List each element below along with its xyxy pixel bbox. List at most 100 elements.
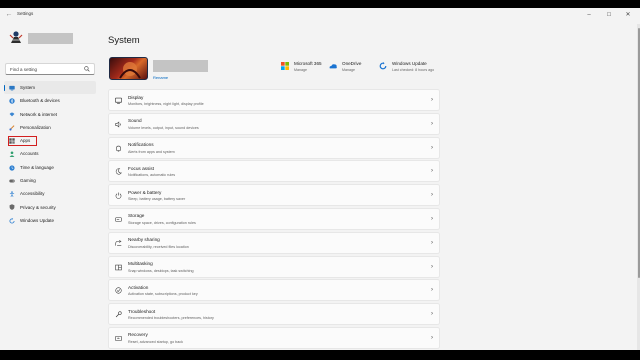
card-title: Sound bbox=[128, 118, 142, 124]
system-icon bbox=[9, 85, 15, 91]
sidebar-item-accessibility[interactable]: Accessibility bbox=[4, 187, 96, 200]
card-title: Nearby sharing bbox=[128, 237, 160, 243]
sidebar-item-accounts[interactable]: Accounts bbox=[4, 147, 96, 160]
sidebar-item-label: Personalization bbox=[20, 124, 51, 130]
sidebar-item-network-internet[interactable]: Network & internet bbox=[4, 108, 96, 121]
card-subtitle: Discoverability, received files location bbox=[128, 244, 189, 249]
page-title: System bbox=[108, 35, 140, 46]
sidebar-item-bluetooth-devices[interactable]: Bluetooth & devices bbox=[4, 94, 96, 107]
sidebar-item-label: Gaming bbox=[20, 178, 36, 184]
maximize-icon[interactable]: ☐ bbox=[602, 9, 616, 21]
sidebar-item-apps[interactable]: Apps bbox=[4, 134, 96, 147]
chevron-right-icon: › bbox=[431, 120, 433, 127]
card-title: Focus assist bbox=[128, 165, 155, 171]
card-focus-assist[interactable]: Focus assist Notifications, automatic ru… bbox=[108, 160, 440, 183]
search-input[interactable]: Find a setting bbox=[5, 63, 95, 75]
sound-icon bbox=[115, 121, 121, 128]
card-sound[interactable]: Sound Volume levels, output, input, soun… bbox=[108, 112, 440, 135]
rename-link[interactable]: Rename bbox=[153, 75, 168, 80]
chevron-right-icon: › bbox=[431, 97, 433, 103]
sidebar-item-time-language[interactable]: Time & language bbox=[4, 161, 96, 174]
chevron-right-icon: › bbox=[431, 287, 433, 294]
card-subtitle: Alerts from apps and system bbox=[128, 149, 175, 154]
apps-highlight-box bbox=[8, 135, 37, 146]
windows-update-icon bbox=[9, 217, 15, 224]
sidebar-item-privacy-security[interactable]: Privacy & security bbox=[4, 201, 96, 214]
close-icon[interactable]: ✕ bbox=[621, 9, 635, 21]
sidebar-item-windows-update[interactable]: Windows Update bbox=[4, 214, 96, 227]
sidebar-item-gaming[interactable]: Gaming bbox=[4, 174, 96, 187]
card-activation[interactable]: Activation Activation state, subscriptio… bbox=[108, 279, 440, 302]
card-storage[interactable]: Storage Storage space, drives, configura… bbox=[108, 207, 440, 230]
chevron-right-icon: › bbox=[431, 144, 433, 151]
card-display[interactable]: Display Monitors, brightness, night ligh… bbox=[108, 89, 440, 111]
card-recovery[interactable]: Recovery Reset, advanced startup, go bac… bbox=[108, 326, 440, 349]
notifications-icon bbox=[116, 145, 121, 152]
quick-link-subtitle: Last checked: 8 hours ago bbox=[392, 68, 435, 72]
settings-window: ← Settings – ☐ ✕ Find a setting System B… bbox=[0, 8, 640, 350]
card-subtitle: Sleep, battery usage, battery saver bbox=[128, 197, 186, 202]
quick-link-subtitle: Manage bbox=[342, 68, 355, 72]
sidebar-item-system[interactable]: System bbox=[4, 81, 96, 95]
card-subtitle: Snap windows, desktops, task switching bbox=[128, 268, 194, 273]
card-subtitle: Reset, advanced startup, go back bbox=[128, 339, 183, 344]
search-placeholder: Find a setting bbox=[10, 67, 38, 72]
card-title: Troubleshoot bbox=[128, 308, 156, 314]
main-content: System Rename Microsoft 365 Manage OneDr… bbox=[107, 24, 440, 350]
user-avatar-icon[interactable] bbox=[9, 30, 23, 44]
card-subtitle: Activation state, subscriptions, product… bbox=[128, 292, 198, 297]
sidebar-item-label: Time & language bbox=[20, 164, 54, 170]
settings-card-list: Display Monitors, brightness, night ligh… bbox=[108, 89, 440, 350]
sidebar-item-label: Accounts bbox=[20, 151, 39, 157]
card-nearby-sharing[interactable]: Nearby sharing Discoverability, received… bbox=[108, 231, 440, 254]
focus-assist-icon bbox=[115, 168, 122, 175]
device-name-redacted bbox=[153, 60, 208, 72]
scrollbar-thumb[interactable] bbox=[637, 28, 640, 278]
card-troubleshoot[interactable]: Troubleshoot Recommended troubleshooters… bbox=[108, 303, 440, 326]
sidebar-nav: System Bluetooth & devices Network & int… bbox=[4, 81, 96, 227]
card-multitasking[interactable]: Multitasking Snap windows, desktops, tas… bbox=[108, 255, 440, 278]
user-name-redacted bbox=[28, 33, 73, 44]
app-title: Settings bbox=[17, 11, 34, 16]
multitasking-icon bbox=[115, 264, 122, 270]
accessibility-icon bbox=[9, 191, 15, 198]
card-subtitle: Monitors, brightness, night light, displ… bbox=[128, 102, 204, 106]
search-icon bbox=[84, 66, 90, 72]
sidebar-item-label: Network & internet bbox=[20, 111, 58, 117]
sidebar-item-label: System bbox=[20, 85, 36, 90]
sidebar: Find a setting System Bluetooth & device… bbox=[0, 24, 100, 350]
card-title: Storage bbox=[128, 213, 145, 219]
back-arrow-icon[interactable]: ← bbox=[4, 10, 14, 20]
card-title: Notifications bbox=[128, 142, 154, 148]
card-title: Multitasking bbox=[128, 261, 153, 267]
sidebar-item-label: Accessibility bbox=[20, 191, 45, 197]
quick-link-title: Windows Update bbox=[392, 61, 427, 66]
display-icon bbox=[115, 97, 122, 104]
storage-icon bbox=[115, 217, 122, 222]
card-title: Activation bbox=[128, 284, 149, 290]
card-subtitle: Volume levels, output, input, sound devi… bbox=[128, 125, 199, 130]
onedrive-icon bbox=[329, 64, 337, 69]
network-icon bbox=[9, 112, 15, 117]
quick-link-subtitle: Manage bbox=[294, 68, 307, 72]
bluetooth-icon bbox=[9, 98, 15, 104]
card-subtitle: Storage space, drives, configuration rul… bbox=[128, 220, 196, 225]
sidebar-item-label: Bluetooth & devices bbox=[20, 98, 60, 104]
card-power-battery[interactable]: Power & battery Sleep, battery usage, ba… bbox=[108, 184, 440, 207]
quick-link-title: Microsoft 365 bbox=[294, 61, 322, 66]
card-notifications[interactable]: Notifications Alerts from apps and syste… bbox=[108, 136, 440, 159]
card-title: Display bbox=[128, 94, 144, 100]
chevron-right-icon: › bbox=[431, 168, 433, 175]
title-bar: ← Settings – ☐ ✕ bbox=[0, 8, 640, 24]
power-icon bbox=[115, 192, 122, 199]
chevron-right-icon: › bbox=[431, 311, 433, 318]
active-indicator bbox=[4, 84, 6, 91]
sidebar-item-personalization[interactable]: Personalization bbox=[4, 121, 96, 134]
card-title: Recovery bbox=[128, 332, 148, 338]
sidebar-item-label: Privacy & security bbox=[20, 204, 56, 210]
bottom-black-bar bbox=[0, 350, 640, 360]
minimize-icon[interactable]: – bbox=[582, 9, 596, 21]
chevron-right-icon: › bbox=[431, 239, 433, 246]
privacy-icon bbox=[9, 204, 15, 211]
recovery-icon bbox=[115, 336, 122, 341]
